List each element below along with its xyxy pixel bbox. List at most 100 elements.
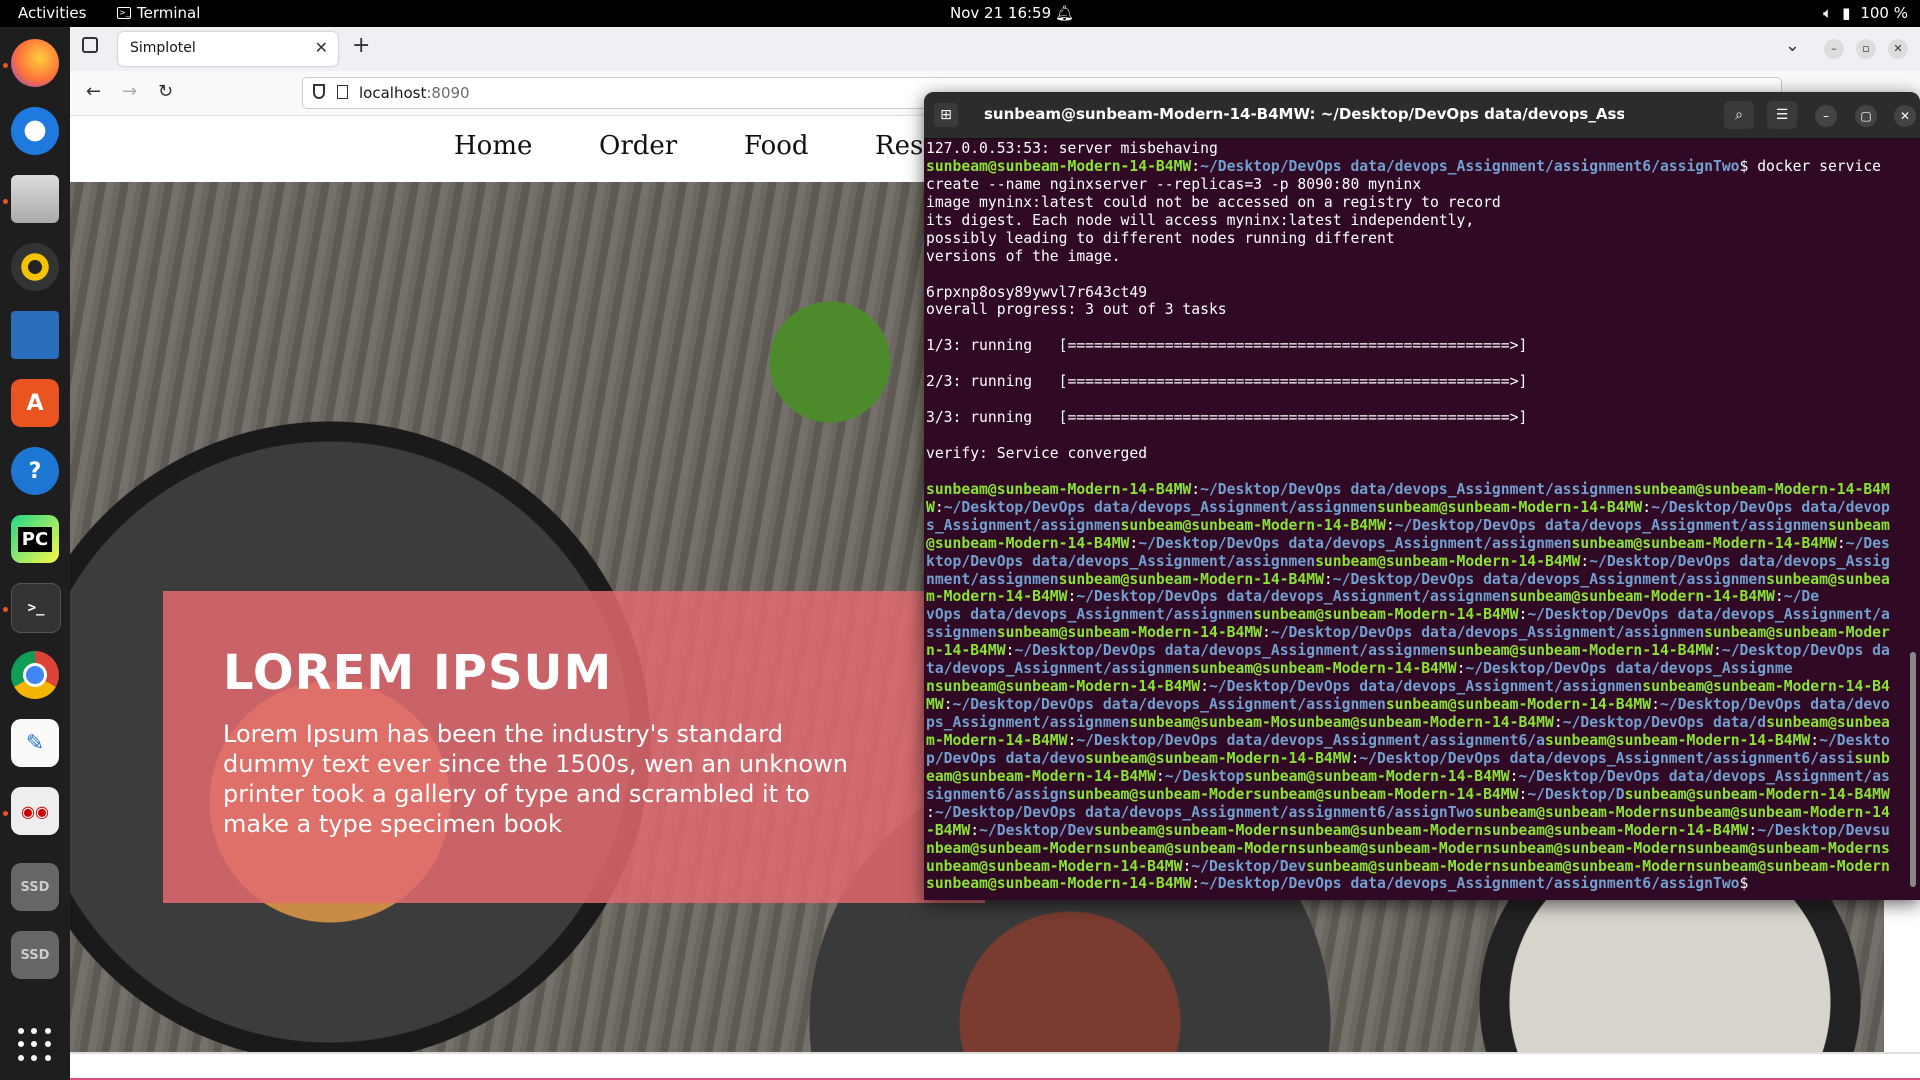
new-terminal-tab-icon[interactable]: ⊞: [934, 103, 958, 127]
output-text: possibly leading to different nodes runn…: [926, 229, 1395, 247]
prompt-user: sunbeam@sunbeam-Modern-14-B4MW: [996, 624, 1263, 642]
nav-link-order[interactable]: Order: [599, 131, 677, 161]
shield-icon[interactable]: [313, 84, 325, 99]
prompt-user: -B4MW: [926, 821, 971, 839]
prompt-user: sunbeam@sunbeam-Modern-14-B4MW: [1385, 696, 1652, 714]
prompt-path: ps_Assignment/assignmen: [926, 714, 1130, 731]
prompt-user: sunbeam@sunbeam-Modern-14-B4MW: [926, 157, 1192, 175]
output-text: :: [1553, 714, 1563, 731]
minimize-icon[interactable]: –: [1824, 39, 1844, 59]
output-text: $ docker service: [1739, 157, 1882, 175]
output-text: :: [1182, 857, 1192, 875]
clock[interactable]: Nov 21 16:59: [950, 4, 1051, 22]
running-indicator: [3, 607, 8, 612]
prompt-path: ~/Desktop/DevOps data/devops_Assignment/…: [1270, 624, 1705, 642]
output-text: :: [1651, 696, 1660, 714]
top-bar: Activities >_ Terminal Nov 21 16:59 🔔︎ 🔈…: [0, 0, 1920, 27]
terminal-icon[interactable]: >_: [11, 583, 61, 633]
dock: A ? PC >_ ✎ ◉◉ SSD SSD: [0, 27, 70, 1080]
prompt-path: ~/Desktop/DevOps data/devops_Assignment/…: [1014, 642, 1448, 660]
terminal-header[interactable]: ⊞ sunbeam@sunbeam-Modern-14-B4MW: ~/Desk…: [924, 92, 1920, 139]
prompt-user: sunbeam@sunbeam-Modern-14-B4MW: [1315, 552, 1581, 570]
minimize-icon[interactable]: –: [1815, 105, 1837, 127]
app-menu[interactable]: >_ Terminal: [117, 4, 200, 22]
help-icon[interactable]: ?: [11, 447, 59, 495]
output-text: $: [1739, 875, 1758, 893]
terminal-window[interactable]: ⊞ sunbeam@sunbeam-Modern-14-B4MW: ~/Desk…: [924, 92, 1920, 900]
prompt-user: MW: [926, 696, 944, 714]
terminal-line: ta/devops_Assignment/assignmensunbeam@su…: [926, 660, 1908, 678]
prompt-path: ~/Desktop/DevOps data/devops_Assignment/…: [1332, 570, 1767, 588]
forward-icon[interactable]: →: [122, 81, 137, 102]
menu-icon[interactable]: ☰: [1767, 101, 1797, 129]
prompt-path: ~/Desktop/Devsu: [1757, 821, 1890, 839]
back-icon[interactable]: ←: [86, 81, 101, 102]
nav-link-home[interactable]: Home: [454, 131, 532, 161]
close-icon[interactable]: ✕: [1894, 105, 1916, 127]
ssd-drive-icon[interactable]: SSD: [11, 931, 59, 979]
prompt-user: sunbeam@sunbea: [1766, 570, 1890, 588]
terminal-line: :~/Desktop/DevOps data/devops_Assignment…: [926, 804, 1908, 822]
terminal-output[interactable]: 127.0.0.53:53: server misbehaving sunbeam…: [926, 140, 1908, 896]
output-text: :: [1155, 767, 1165, 785]
prompt-path: ~/Desktop/DevOps data/devops_Assignment/…: [1518, 767, 1890, 785]
pycharm-icon[interactable]: PC: [11, 515, 59, 563]
output-text: :: [1642, 498, 1652, 516]
terminal-line: nbeam@sunbeam-Modernsunbeam@sunbeam-Mode…: [926, 840, 1908, 858]
hero-text: Lorem Ipsum has been the industry's stan…: [223, 720, 848, 838]
output-text: create --name nginxserver --replicas=3 -…: [926, 175, 1422, 193]
nav-link-res[interactable]: Res: [875, 131, 923, 161]
system-tray[interactable]: 🔈︎ ▮ 100 %: [1823, 4, 1908, 22]
terminal-scrollbar[interactable]: [1910, 652, 1916, 887]
firefox-icon[interactable]: [11, 39, 59, 87]
reload-icon[interactable]: ↻: [158, 81, 173, 102]
maximize-icon[interactable]: ▢: [1855, 105, 1877, 127]
output-text: :: [926, 803, 935, 821]
close-tab-icon[interactable]: ✕: [315, 38, 328, 57]
search-icon[interactable]: ⌕: [1724, 101, 1754, 129]
app-center-icon[interactable]: A: [11, 379, 59, 427]
show-apps-icon[interactable]: [18, 1028, 52, 1062]
text-editor-icon[interactable]: ✎: [11, 719, 59, 767]
close-icon[interactable]: ✕: [1888, 39, 1908, 59]
prompt-user: sunbeam@sunbeam-Modernsunbeam@sunbeam-Mo…: [1474, 803, 1890, 821]
prompt-path: ~/Desktop/Dev: [979, 821, 1095, 839]
output-text: :: [1191, 157, 1201, 175]
thunderbird-icon[interactable]: [11, 107, 59, 155]
ssd-drive-icon[interactable]: SSD: [11, 863, 59, 911]
new-tab-icon[interactable]: +: [352, 33, 370, 58]
terminal-line: image myninx:latest could not be accesse…: [926, 194, 1908, 212]
chrome-icon[interactable]: [11, 651, 59, 699]
prompt-path: ~/Desktop/D: [1527, 785, 1625, 803]
prompt-user: sunbeam@sunbeam-Modern-14-B4MW: [1085, 749, 1351, 767]
terminal-line: sunbeam@sunbeam-Modern-14-B4MW:~/Desktop…: [926, 158, 1908, 176]
document-viewer-icon[interactable]: ◉◉: [11, 787, 59, 835]
chevron-down-icon[interactable]: ⌄: [1785, 35, 1800, 56]
terminal-line: 2/3: running [==========================…: [926, 373, 1908, 391]
prompt-user: sunbeam@sunbeam-Modersunbeam@sunbeam-Mod…: [1067, 785, 1519, 803]
files-icon[interactable]: [11, 175, 59, 223]
output-text: :: [1518, 606, 1528, 624]
tab-simplotel[interactable]: Simplotel ✕: [118, 32, 338, 66]
tab-list-icon[interactable]: [82, 37, 98, 53]
output-text: :: [1200, 678, 1209, 696]
app-menu-label: Terminal: [137, 4, 201, 22]
prompt-path: ~/Desktop/DevOps data/devops_Assignment/…: [1200, 875, 1740, 893]
nav-link-food[interactable]: Food: [744, 131, 809, 161]
page-info-icon[interactable]: [337, 85, 348, 99]
rhythmbox-icon[interactable]: [11, 243, 59, 291]
terminal-line: m-Modern-14-B4MW:~/Desktop/DevOps data/d…: [926, 588, 1908, 606]
prompt-user: sunbeam@sunbeam-Modern-14-B4MW: [1624, 785, 1890, 803]
prompt-path: ~/Desktop/Dev: [1191, 857, 1307, 875]
restore-icon[interactable]: ▫: [1856, 39, 1876, 59]
prompt-user: W: [926, 498, 935, 516]
activities-button[interactable]: Activities: [18, 4, 86, 22]
hero-caption-box: LOREM IPSUM Lorem Ipsum has been the ind…: [163, 591, 985, 903]
output-text: :: [1067, 588, 1077, 606]
terminal-line: n-14-B4MW: ~/Desktop/DevOps data/devops_A…: [926, 642, 1908, 660]
terminal-title: sunbeam@sunbeam-Modern-14-B4MW: ~/Deskto…: [984, 105, 1624, 123]
output-text: :: [1129, 534, 1139, 552]
writer-icon[interactable]: [11, 311, 59, 359]
battery-level: 100 %: [1860, 4, 1908, 22]
